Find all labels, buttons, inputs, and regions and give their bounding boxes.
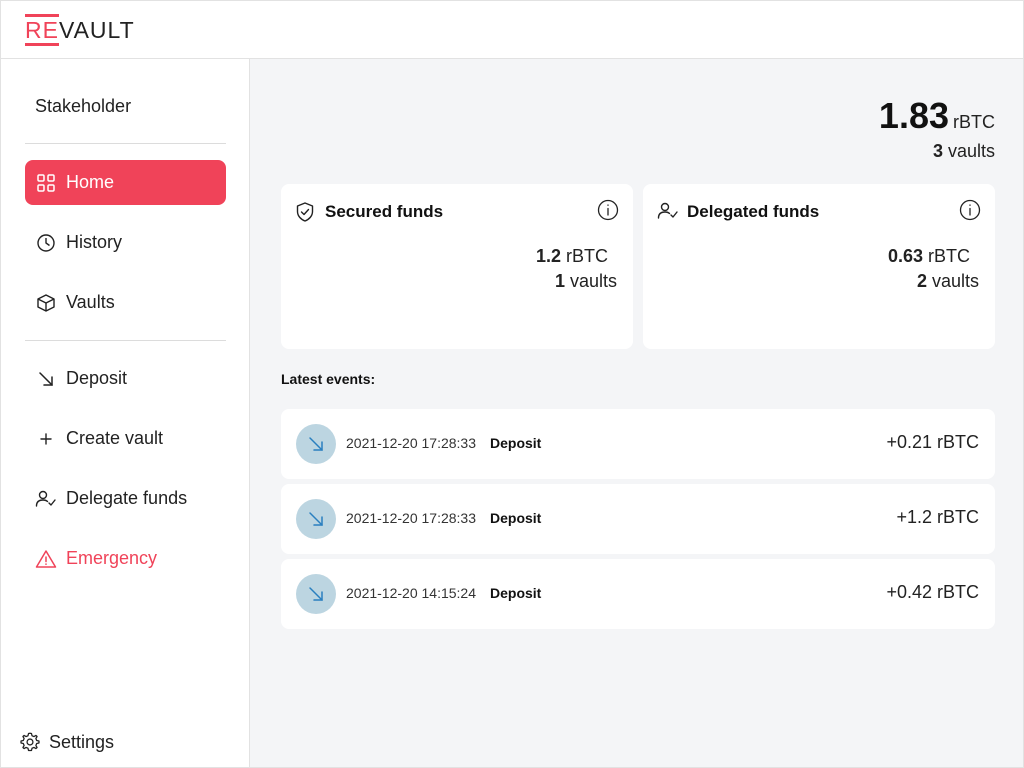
- sidebar-divider: [25, 340, 226, 341]
- sidebar-item-delegate-funds[interactable]: Delegate funds: [25, 476, 226, 521]
- event-type: Deposit: [490, 510, 542, 526]
- revault-logo[interactable]: RE VAULT: [25, 13, 135, 46]
- latest-events-heading: Latest events:: [281, 371, 376, 387]
- event-date: 2021-12-20 17:28:33: [346, 510, 476, 526]
- card-title: Secured funds: [295, 201, 443, 223]
- event-row[interactable]: 2021-12-20 17:28:33 Deposit +0.21 rBTC: [281, 409, 995, 479]
- user-check-icon: [657, 201, 679, 223]
- box-icon: [35, 292, 57, 314]
- card-vaults-count: 1: [554, 271, 565, 291]
- card-amount-value: 0.63: [887, 246, 923, 266]
- total-vaults-label: vaults: [947, 141, 995, 161]
- user-check-icon: [35, 488, 57, 510]
- event-date: 2021-12-20 17:28:33: [346, 435, 476, 451]
- event-amount: +0.42 rBTC: [886, 582, 979, 602]
- deposit-arrow-icon: [296, 574, 336, 614]
- event-amount: +1.2 rBTC: [896, 507, 979, 527]
- card-vaults: 2 vaults: [917, 271, 979, 292]
- arrow-down-right-icon: [35, 368, 57, 390]
- card-vaults-label: vaults: [931, 271, 979, 291]
- total-amount: 1.83: [878, 95, 949, 136]
- settings-label: Settings: [49, 731, 115, 752]
- clock-icon: [35, 232, 57, 254]
- logo-suffix: VAULT: [58, 16, 135, 43]
- card-amount-unit: rBTC: [928, 246, 970, 266]
- total-unit: rBTC: [953, 112, 995, 132]
- top-header: RE VAULT: [1, 1, 1023, 59]
- card-title-text: Delegated funds: [687, 202, 820, 221]
- sidebar-item-emergency[interactable]: Emergency: [25, 536, 226, 581]
- sidebar-item-label: Emergency: [66, 548, 158, 568]
- event-amount: +0.21 rBTC: [886, 432, 979, 452]
- warning-icon: [35, 548, 57, 570]
- card-title-text: Secured funds: [325, 202, 444, 221]
- event-type: Deposit: [490, 435, 542, 451]
- sidebar-item-label: Deposit: [66, 368, 128, 388]
- plus-icon: [35, 428, 57, 450]
- card-vaults-label: vaults: [569, 271, 617, 291]
- sidebar-item-history[interactable]: History: [25, 220, 226, 265]
- total-vaults: 3 vaults: [933, 141, 995, 162]
- sidebar-item-label: Home: [66, 172, 115, 192]
- card-amount: 1.2 rBTC: [536, 246, 608, 267]
- sidebar-item-label: Create vault: [66, 428, 164, 448]
- sidebar-item-deposit[interactable]: Deposit: [25, 356, 226, 401]
- sidebar-item-label: History: [66, 232, 123, 252]
- delegated-funds-card: Delegated funds 0.63 rBTC 2 vaults: [643, 184, 995, 349]
- total-balance: 1.83 rBTC: [879, 95, 995, 137]
- card-title: Delegated funds: [657, 201, 819, 223]
- sidebar-item-home[interactable]: Home: [25, 160, 226, 205]
- sidebar-item-label: Vaults: [66, 292, 115, 312]
- logo-prefix: RE: [25, 13, 59, 46]
- shield-check-icon: [295, 201, 317, 223]
- total-vaults-count: 3: [932, 141, 943, 161]
- card-amount-value: 1.2: [535, 246, 561, 266]
- event-type: Deposit: [490, 585, 542, 601]
- grid-icon: [35, 172, 57, 194]
- card-vaults: 1 vaults: [555, 271, 617, 292]
- deposit-arrow-icon: [296, 424, 336, 464]
- sidebar-item-create-vault[interactable]: Create vault: [25, 416, 226, 461]
- card-amount: 0.63 rBTC: [888, 246, 970, 267]
- user-role: Stakeholder: [35, 96, 132, 116]
- main-content: 1.83 rBTC 3 vaults Secured funds 1.2 rBT…: [250, 59, 1023, 767]
- event-row[interactable]: 2021-12-20 14:15:24 Deposit +0.42 rBTC: [281, 559, 995, 629]
- event-date: 2021-12-20 14:15:24: [346, 585, 476, 601]
- secured-funds-card: Secured funds 1.2 rBTC 1 vaults: [281, 184, 633, 349]
- deposit-arrow-icon: [296, 499, 336, 539]
- settings-button[interactable]: Settings: [19, 727, 114, 757]
- info-icon[interactable]: [959, 199, 981, 221]
- info-icon[interactable]: [597, 199, 619, 221]
- sidebar: Stakeholder Home History Vaults Deposit …: [1, 59, 250, 767]
- sidebar-item-label: Delegate funds: [66, 488, 188, 508]
- sidebar-divider: [25, 143, 226, 144]
- card-amount-unit: rBTC: [566, 246, 608, 266]
- gear-icon: [19, 731, 41, 753]
- card-vaults-count: 2: [916, 271, 927, 291]
- app-window: RE VAULT Stakeholder Home History Vaults…: [0, 0, 1024, 768]
- event-row[interactable]: 2021-12-20 17:28:33 Deposit +1.2 rBTC: [281, 484, 995, 554]
- sidebar-item-vaults[interactable]: Vaults: [25, 280, 226, 325]
